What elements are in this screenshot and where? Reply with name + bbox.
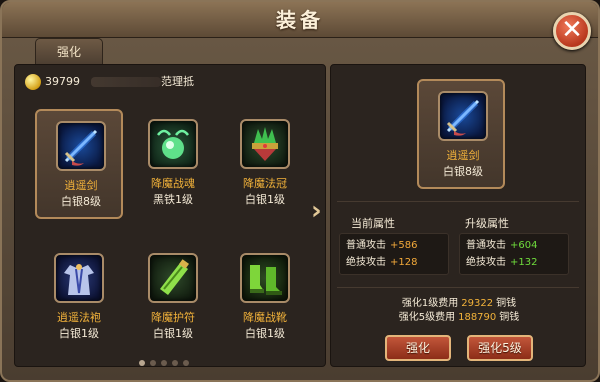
cost-5-level: 强化5级费用 188790 铜钱 [331,311,587,324]
title-bar: 装备 [2,2,598,38]
sword-icon [438,91,488,141]
current-attributes-box: 普通攻击 +586 绝技攻击 +128 [339,233,449,275]
stat-value: +586 [390,240,418,251]
divider [337,287,579,288]
equipment-slot-crown[interactable]: 降魔法冠 白银1级 [221,109,309,219]
cost-unit: 铜钱 [496,298,517,309]
equipment-slot-sword[interactable]: 逍遥剑 白银8级 [35,109,123,219]
page-indicator [139,351,219,366]
upgrade-attributes-box: 普通攻击 +604 绝技攻击 +132 [459,233,569,275]
stat-row: 普通攻击 +604 [466,239,537,253]
item-name: 逍遥法袍 [57,311,101,324]
stat-value: +132 [510,257,538,268]
talisman-icon [148,253,198,303]
green-orb-icon [148,119,198,169]
item-level: 白银1级 [245,193,285,206]
current-attributes-heading: 当前属性 [351,217,395,230]
item-level: 白银8级 [61,195,101,208]
boots-icon [240,253,290,303]
robe-icon [54,253,104,303]
currency-bar: 39799 范理抵 [21,73,201,91]
enhance-detail-panel: 逍遥剑 白银8级 当前属性 升级属性 普通攻击 +586 绝技攻击 +128 普通攻… [330,64,586,367]
window-title: 装备 [276,8,324,32]
cost-unit: 铜钱 [499,312,520,323]
selected-equipment-card: 逍遥剑 白银8级 [417,79,505,189]
item-level: 白银1级 [245,327,285,340]
item-level: 白银1级 [59,327,99,340]
upgrade-attributes-heading: 升级属性 [465,217,509,230]
equipment-slot-robe[interactable]: 逍遥法袍 白银1级 [35,243,123,353]
item-name: 降魔战靴 [243,311,287,324]
selected-item-name: 逍遥剑 [446,149,480,162]
page-dot[interactable] [172,360,178,366]
stat-row: 绝技攻击 +132 [466,256,537,270]
item-name: 降魔战魂 [151,177,195,190]
stat-row: 绝技攻击 +128 [346,256,417,270]
stat-label: 普通攻击 [346,240,386,251]
cost-label: 强化1级费用 [401,298,459,309]
tab-enhance[interactable]: 强化 [35,38,103,65]
chevron-right-icon: › [311,196,322,226]
cost-amount: 188790 [458,312,497,323]
page-dot[interactable] [150,360,156,366]
helmet-icon [240,119,290,169]
equipment-slot-talisman[interactable]: 降魔护符 白银1级 [129,243,217,353]
cost-1-level: 强化1级费用 29322 铜钱 [331,297,587,310]
coin-amount: 39799 [45,75,80,88]
equipment-list-panel: 39799 范理抵 逍遥剑 白银8级 降魔战魂 黑铁1级 降魔法冠 白银1级 逍… [14,64,326,367]
item-level: 白银1级 [153,327,193,340]
item-level: 黑铁1级 [153,193,193,206]
sword-icon [56,121,106,171]
stat-row: 普通攻击 +586 [346,239,417,253]
close-icon: ✕ [561,15,583,45]
stat-value: +128 [390,257,418,268]
selected-item-level: 白银8级 [443,165,483,178]
player-name: 范理抵 [161,75,194,88]
enhance-button[interactable]: 强化 [385,335,451,361]
coin-icon [25,74,41,90]
page-dot[interactable] [161,360,167,366]
enhance-5-button[interactable]: 强化5级 [467,335,533,361]
divider [337,201,579,202]
cost-label: 强化5级费用 [398,312,456,323]
stat-label: 普通攻击 [466,240,506,251]
stat-label: 绝技攻击 [466,257,506,268]
page-dot[interactable] [139,360,145,366]
equipment-slot-boots[interactable]: 降魔战靴 白银1级 [221,243,309,353]
stat-label: 绝技攻击 [346,257,386,268]
item-name: 逍遥剑 [64,179,98,192]
blurred-text [91,77,161,87]
page-dot[interactable] [183,360,189,366]
cost-amount: 29322 [461,298,494,309]
equipment-slot-war-soul[interactable]: 降魔战魂 黑铁1级 [129,109,217,219]
item-name: 降魔护符 [151,311,195,324]
item-name: 降魔法冠 [243,177,287,190]
stat-value: +604 [510,240,538,251]
close-button[interactable]: ✕ [553,12,591,50]
